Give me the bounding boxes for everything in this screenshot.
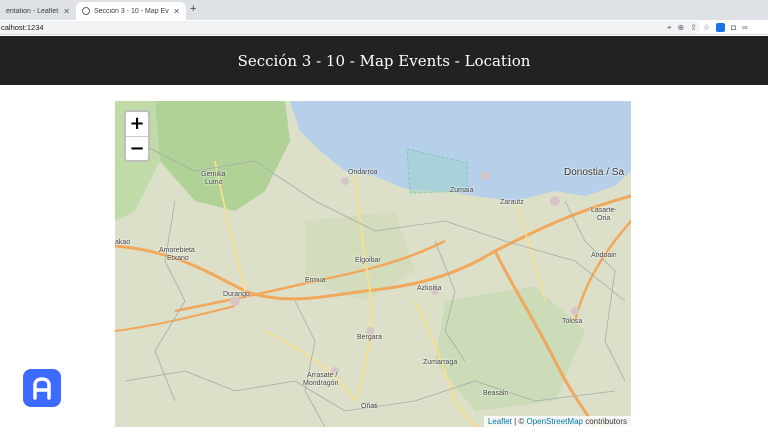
close-icon[interactable]: ✕ (173, 7, 180, 16)
share-icon[interactable]: ⇪ (690, 21, 697, 34)
place-label: Ondarroa (348, 169, 378, 176)
map-tiles (115, 101, 631, 427)
toolbar-icons: ⌖ ⊕ ⇪ ☆ ◘ ∞ (667, 21, 748, 34)
browser-tabstrip: entation - Leaflet - a J ✕ Sección 3 - 1… (0, 0, 768, 20)
globe-icon (82, 7, 90, 15)
tab-title: Sección 3 - 10 - Map Events - (94, 7, 169, 15)
zoom-out-button[interactable]: − (126, 136, 148, 160)
place-label: Oria (597, 215, 611, 222)
zoom-icon[interactable]: ⊕ (678, 21, 685, 34)
place-label: Etxano (167, 255, 189, 262)
place-label: Amorebieta (159, 247, 195, 254)
attribution-suffix: contributors (582, 417, 627, 426)
location-icon[interactable]: ⌖ (667, 21, 672, 34)
place-label: Lumo (205, 179, 223, 186)
camera-icon[interactable]: ◘ (731, 21, 736, 34)
more-icon[interactable]: ∞ (742, 21, 748, 34)
leaflet-map[interactable]: Gernika Lumo Ondarroa Zumaia Zarautz Don… (115, 101, 631, 427)
place-label: Tolosa (562, 318, 583, 325)
zoom-control: + − (124, 110, 150, 162)
place-label: Zumaia (450, 187, 474, 194)
page-header: Sección 3 - 10 - Map Events - Location (0, 36, 768, 85)
leaflet-link[interactable]: Leaflet (488, 417, 512, 426)
place-label: Andoain (591, 252, 617, 259)
place-label: Bergara (357, 334, 382, 341)
browser-tab-leaflet[interactable]: entation - Leaflet - a J ✕ (0, 2, 76, 20)
tab-title: entation - Leaflet - a J (6, 7, 59, 15)
plus-icon[interactable]: + (190, 3, 196, 15)
close-icon[interactable]: ✕ (63, 7, 70, 16)
map-attribution: Leaflet | © OpenStreetMap contributors (483, 416, 631, 427)
place-label: Zarautz (500, 199, 524, 206)
place-label: Azkoitia (417, 285, 442, 292)
place-label: Donostia / Sa (564, 167, 625, 178)
browser-tab-active[interactable]: Sección 3 - 10 - Map Events - ✕ (76, 2, 186, 20)
place-label: Lasarte- (591, 207, 617, 214)
osm-link[interactable]: OpenStreetMap (526, 417, 582, 426)
star-icon[interactable]: ☆ (703, 21, 710, 34)
place-label: Gernika (201, 171, 226, 178)
place-label: Elgoibar (355, 257, 381, 264)
zoom-in-button[interactable]: + (126, 112, 148, 136)
browser-toolbar: calhost:1234 ⌖ ⊕ ⇪ ☆ ◘ ∞ (0, 20, 768, 35)
app-logo-icon (23, 369, 61, 407)
place-label: Mondragón (303, 380, 339, 387)
attribution-separator: | © (511, 417, 527, 426)
place-label: Arrasate / (307, 372, 338, 379)
page-title: Sección 3 - 10 - Map Events - Location (237, 51, 531, 70)
place-label: Zumarraga (423, 359, 458, 366)
place-label: Beasain (483, 390, 509, 397)
place-label: Durango (223, 291, 250, 298)
place-label: Oñati (361, 403, 378, 410)
place-label: Ermua (305, 277, 326, 284)
extension-icon[interactable] (716, 23, 726, 32)
address-bar[interactable]: calhost:1234 (0, 21, 700, 34)
place-label: akao (115, 239, 131, 246)
